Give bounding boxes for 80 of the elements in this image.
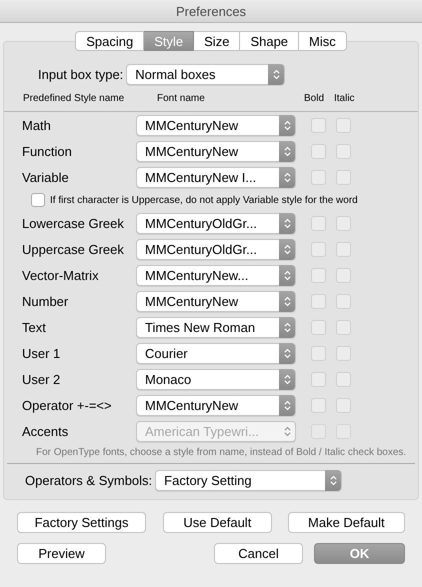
stepper-arrows-icon [284, 172, 290, 182]
italic-checkbox[interactable] [336, 372, 351, 386]
style-name: User 1 [21, 346, 62, 360]
stepper-arrows-icon [330, 475, 337, 486]
stepper-arrows-icon [284, 244, 290, 254]
bold-checkbox[interactable] [311, 118, 326, 132]
stepper-arrows-icon [284, 322, 290, 332]
stepper-arrows-icon [272, 69, 280, 80]
column-header: Bold [304, 93, 324, 104]
bold-checkbox[interactable] [311, 372, 326, 386]
input-box-type-dropdown[interactable]: Normal boxes [126, 64, 286, 85]
field-label: Operators & Symbols: [25, 473, 152, 488]
style-name: Math [21, 118, 52, 132]
italic-checkbox[interactable] [336, 216, 351, 230]
push-button[interactable]: Cancel [214, 543, 303, 564]
italic-checkbox[interactable] [336, 118, 351, 132]
style-name: Operator +-=<> [21, 398, 113, 412]
push-button[interactable]: Use Default [163, 512, 272, 533]
push-button[interactable]: Preview [17, 543, 106, 564]
bold-checkbox[interactable] [311, 320, 326, 334]
italic-checkbox[interactable] [336, 170, 351, 184]
italic-checkbox[interactable] [336, 294, 351, 308]
push-button[interactable]: Make Default [288, 512, 405, 533]
style-name: Vector-Matrix [21, 268, 100, 282]
bold-checkbox[interactable] [311, 346, 326, 360]
column-header: Italic [334, 93, 355, 104]
tab[interactable]: Shape [240, 31, 300, 51]
column-header: Predefined Style name [23, 93, 124, 104]
tab[interactable]: Misc [299, 31, 347, 51]
font-dropdown[interactable]: MMCenturyOldGr... [136, 238, 296, 260]
font-dropdown[interactable]: MMCenturyNew [136, 114, 296, 136]
stepper-arrows-icon [284, 374, 290, 384]
checkbox[interactable] [31, 193, 45, 207]
stepper-arrows-icon [284, 400, 290, 410]
stepper-arrows-icon [284, 296, 290, 306]
bold-checkbox[interactable] [311, 216, 326, 230]
column-header: Font name [157, 93, 205, 104]
italic-checkbox[interactable] [336, 242, 351, 256]
stepper-arrows-icon [284, 120, 290, 130]
font-dropdown[interactable]: MMCenturyOldGr... [136, 212, 296, 234]
stepper-arrows-icon [284, 146, 290, 156]
push-button[interactable]: Factory Settings [17, 512, 146, 533]
style-name: Text [21, 320, 47, 334]
checkbox-label: If first character is Uppercase, do not apply Variable style for the word [50, 194, 358, 206]
font-dropdown[interactable]: MMCenturyNew [136, 394, 296, 416]
bold-checkbox[interactable] [311, 170, 326, 184]
bold-checkbox[interactable] [311, 268, 326, 282]
italic-checkbox[interactable] [336, 144, 351, 158]
style-name: Uppercase Greek [21, 242, 125, 256]
style-name: Lowercase Greek [21, 216, 125, 230]
hint-text: For OpenType fonts, choose a style from name, instead of Bold / Italic check boxes. [35, 447, 408, 458]
italic-checkbox[interactable] [336, 398, 351, 412]
tab[interactable]: Size [194, 31, 240, 51]
font-dropdown[interactable]: MMCenturyNew [136, 290, 296, 312]
italic-checkbox[interactable] [336, 346, 351, 360]
bold-checkbox[interactable] [311, 242, 326, 256]
font-dropdown[interactable]: MMCenturyNew I... [136, 166, 296, 188]
bold-checkbox[interactable] [311, 398, 326, 412]
font-dropdown[interactable]: Courier [136, 342, 296, 364]
bold-checkbox[interactable] [311, 144, 326, 158]
style-name: Function [21, 144, 73, 158]
stepper-arrows-icon [284, 348, 290, 358]
font-dropdown[interactable]: Times New Roman [136, 316, 296, 338]
italic-checkbox[interactable] [336, 320, 351, 334]
style-name: Variable [21, 170, 70, 184]
font-dropdown[interactable]: MMCenturyNew [136, 140, 296, 162]
font-dropdown[interactable]: MMCenturyNew... [136, 264, 296, 286]
tab[interactable]: Spacing [75, 31, 144, 51]
window-title: Preferences [176, 4, 246, 18]
bold-checkbox[interactable] [311, 294, 326, 308]
style-name: Number [21, 294, 70, 308]
stepper-arrows-icon [284, 218, 290, 228]
operators-dropdown[interactable]: Factory Setting [155, 470, 342, 491]
stepper-arrows-icon [284, 270, 290, 280]
font-dropdown[interactable]: Monaco [136, 368, 296, 390]
field-label: Input box type: [38, 67, 124, 82]
style-name: Accents [21, 424, 70, 438]
italic-checkbox[interactable] [336, 268, 351, 282]
stepper-arrows-icon [284, 426, 290, 436]
style-name: User 2 [21, 372, 62, 386]
